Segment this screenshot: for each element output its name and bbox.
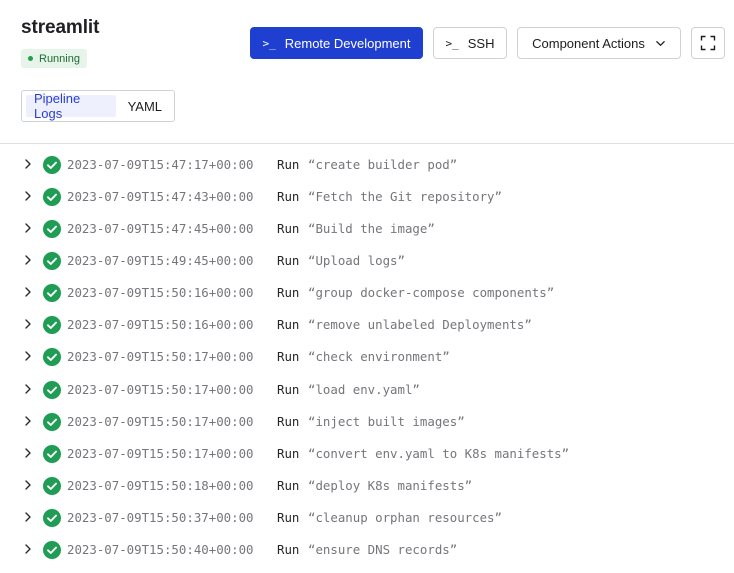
tab-pipeline-logs[interactable]: Pipeline Logs: [26, 91, 116, 121]
status-label: Running: [39, 52, 80, 65]
log-timestamp: 2023-07-09T15:50:17+00:00: [67, 445, 254, 461]
terminal-icon: >_: [262, 36, 276, 50]
log-timestamp: 2023-07-09T15:50:17+00:00: [67, 413, 254, 429]
component-actions-dropdown[interactable]: Component Actions: [517, 27, 681, 59]
log-step-name: “load env.yaml”: [308, 381, 420, 397]
chevron-right-icon[interactable]: [22, 479, 34, 491]
chevron-right-icon[interactable]: [22, 511, 34, 523]
log-step-name: “deploy K8s manifests”: [308, 477, 473, 493]
log-step-name: “group docker-compose components”: [308, 285, 555, 301]
component-actions-label: Component Actions: [532, 35, 645, 51]
log-run-label: Run: [277, 189, 300, 205]
chevron-right-icon[interactable]: [22, 158, 34, 170]
success-check-icon: [43, 284, 61, 303]
log-run-label: Run: [277, 381, 300, 397]
log-timestamp: 2023-07-09T15:50:18+00:00: [67, 477, 254, 493]
success-check-icon: [43, 188, 61, 207]
log-run-label: Run: [277, 285, 300, 301]
log-entry[interactable]: 2023-07-09T15:50:17+00:00 Run “inject buil…: [0, 406, 734, 438]
log-run-label: Run: [277, 413, 300, 429]
chevron-right-icon[interactable]: [22, 383, 34, 395]
log-timestamp: 2023-07-09T15:49:45+00:00: [67, 253, 254, 269]
status-dot-icon: [28, 56, 33, 61]
log-entry[interactable]: 2023-07-09T15:47:17+00:00 Run “create buil…: [0, 149, 734, 181]
fullscreen-button[interactable]: [691, 27, 725, 59]
log-step-name: “Upload logs”: [308, 253, 405, 269]
log-step-name: “ensure DNS records”: [308, 541, 458, 557]
log-run-label: Run: [277, 445, 300, 461]
log-timestamp: 2023-07-09T15:47:17+00:00: [67, 157, 254, 172]
success-check-icon: [43, 156, 61, 174]
log-timestamp: 2023-07-09T15:47:43+00:00: [67, 189, 254, 205]
log-entry[interactable]: 2023-07-09T15:47:43+00:00 Run “Fetch the G…: [0, 181, 734, 213]
success-check-icon: [43, 252, 61, 271]
log-entry[interactable]: 2023-07-09T15:49:45+00:00 Run “Upload logs…: [0, 245, 734, 277]
success-check-icon: [43, 380, 61, 399]
log-step-name: “check environment”: [308, 349, 450, 365]
log-step-name: “inject built images”: [308, 413, 465, 429]
app-title: streamlit: [21, 17, 100, 38]
log-timestamp: 2023-07-09T15:50:37+00:00: [67, 509, 254, 525]
log-step-name: “Fetch the Git repository”: [308, 189, 502, 205]
log-run-label: Run: [277, 221, 300, 237]
log-entry[interactable]: 2023-07-09T15:50:16+00:00 Run “group docke…: [0, 277, 734, 309]
success-check-icon: [43, 508, 61, 527]
chevron-right-icon[interactable]: [22, 350, 34, 362]
chevron-right-icon[interactable]: [22, 543, 34, 555]
log-timestamp: 2023-07-09T15:50:16+00:00: [67, 285, 254, 301]
log-run-label: Run: [277, 477, 300, 493]
log-run-label: Run: [277, 253, 300, 269]
success-check-icon: [43, 540, 61, 559]
log-entry[interactable]: 2023-07-09T15:50:17+00:00 Run “load env.ya…: [0, 374, 734, 406]
log-entry[interactable]: 2023-07-09T15:47:45+00:00 Run “Build the i…: [0, 213, 734, 245]
fullscreen-icon: [700, 35, 716, 51]
log-run-label: Run: [277, 349, 300, 365]
log-timestamp: 2023-07-09T15:47:45+00:00: [67, 221, 254, 237]
success-check-icon: [43, 316, 61, 335]
log-entry[interactable]: 2023-07-09T15:50:16+00:00 Run “remove unla…: [0, 309, 734, 341]
log-run-label: Run: [277, 157, 300, 172]
chevron-right-icon[interactable]: [22, 286, 34, 298]
log-step-name: “convert env.yaml to K8s manifests”: [308, 445, 570, 461]
log-entry[interactable]: 2023-07-09T15:50:37+00:00 Run “cleanup orp…: [0, 502, 734, 534]
pipeline-log-list: 2023-07-09T15:47:17+00:00 Run “create buil…: [0, 149, 734, 566]
remote-development-label: Remote Development: [284, 35, 411, 51]
log-run-label: Run: [277, 541, 300, 557]
terminal-icon: >_: [445, 36, 459, 50]
log-run-label: Run: [277, 317, 300, 333]
chevron-down-icon: [656, 40, 665, 46]
log-timestamp: 2023-07-09T15:50:16+00:00: [67, 317, 254, 333]
log-step-name: “Build the image”: [308, 221, 435, 237]
log-step-name: “remove unlabeled Deployments”: [308, 317, 532, 333]
chevron-right-icon[interactable]: [22, 222, 34, 234]
success-check-icon: [43, 476, 61, 495]
log-timestamp: 2023-07-09T15:50:17+00:00: [67, 381, 254, 397]
remote-development-button[interactable]: >_ Remote Development: [250, 27, 423, 59]
chevron-right-icon[interactable]: [22, 415, 34, 427]
log-entry[interactable]: 2023-07-09T15:50:40+00:00 Run “ensure DNS …: [0, 534, 734, 566]
log-entry[interactable]: 2023-07-09T15:50:18+00:00 Run “deploy K8s …: [0, 470, 734, 502]
ssh-button[interactable]: >_ SSH: [433, 27, 507, 59]
success-check-icon: [43, 220, 61, 239]
chevron-right-icon[interactable]: [22, 190, 34, 202]
log-timestamp: 2023-07-09T15:50:40+00:00: [67, 541, 254, 557]
view-tabs: Pipeline Logs YAML: [21, 90, 175, 122]
status-badge: Running: [21, 49, 87, 68]
tab-yaml[interactable]: YAML: [120, 95, 170, 117]
success-check-icon: [43, 348, 61, 367]
log-step-name: “create builder pod”: [308, 157, 458, 172]
chevron-right-icon[interactable]: [22, 447, 34, 459]
log-step-name: “cleanup orphan resources”: [308, 509, 502, 525]
divider: [0, 143, 734, 144]
log-entry[interactable]: 2023-07-09T15:50:17+00:00 Run “convert env…: [0, 438, 734, 470]
log-entry[interactable]: 2023-07-09T15:50:17+00:00 Run “check envir…: [0, 341, 734, 373]
log-run-label: Run: [277, 509, 300, 525]
success-check-icon: [43, 444, 61, 463]
chevron-right-icon[interactable]: [22, 254, 34, 266]
ssh-label: SSH: [467, 35, 495, 51]
success-check-icon: [43, 412, 61, 431]
chevron-right-icon[interactable]: [22, 318, 34, 330]
log-timestamp: 2023-07-09T15:50:17+00:00: [67, 349, 254, 365]
